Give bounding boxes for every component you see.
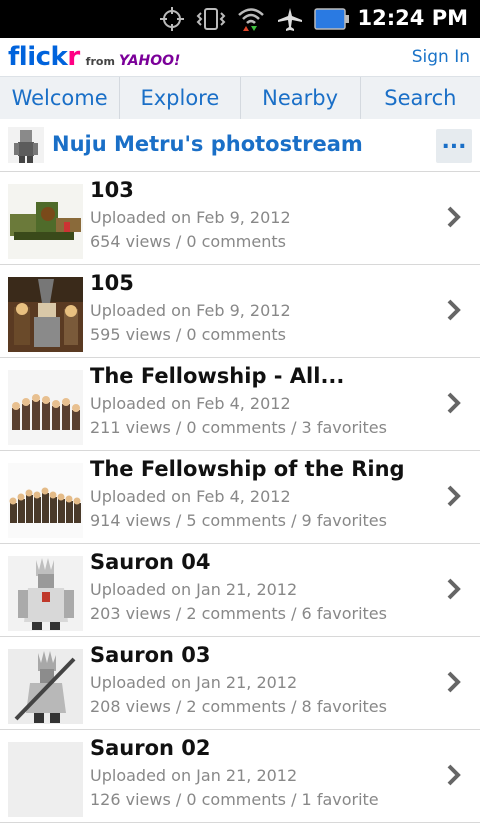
chevron-right-icon: [447, 671, 461, 693]
photo-upload-date: Uploaded on Feb 9, 2012: [90, 208, 291, 227]
gps-icon: [160, 7, 184, 31]
photo-upload-date: Uploaded on Feb 4, 2012: [90, 487, 291, 506]
photo-thumbnail: [8, 463, 83, 538]
avatar[interactable]: [8, 127, 44, 163]
photo-stats: 595 views / 0 comments: [90, 325, 286, 344]
chevron-right-icon: [447, 206, 461, 228]
list-item[interactable]: Sauron 02 Uploaded on Jan 21, 2012 126 v…: [0, 730, 480, 823]
chevron-right-icon: [447, 392, 461, 414]
photo-title: Sauron 02: [90, 736, 211, 760]
wifi-icon: [238, 8, 264, 31]
photo-thumbnail: [8, 556, 83, 631]
photo-thumbnail: [8, 277, 83, 352]
tab-nearby[interactable]: Nearby: [241, 77, 361, 119]
photo-thumbnail: [8, 184, 83, 259]
sign-in-link[interactable]: Sign In: [412, 47, 470, 67]
status-time: 12:24 PM: [357, 6, 468, 30]
logo-from: from: [85, 55, 115, 68]
photo-upload-date: Uploaded on Jan 21, 2012: [90, 766, 298, 785]
list-item[interactable]: 105 Uploaded on Feb 9, 2012 595 views / …: [0, 265, 480, 358]
airplane-icon: [278, 8, 302, 31]
photo-stats: 211 views / 0 comments / 3 favorites: [90, 418, 387, 437]
chevron-right-icon: [447, 578, 461, 600]
photo-thumbnail: [8, 742, 83, 817]
photo-stats: 914 views / 5 comments / 9 favorites: [90, 511, 387, 530]
photo-title: The Fellowship - All...: [90, 364, 345, 388]
list-item[interactable]: Sauron 04 Uploaded on Jan 21, 2012 203 v…: [0, 544, 480, 637]
photo-stats: 654 views / 0 comments: [90, 232, 286, 251]
photo-stats: 208 views / 2 comments / 8 favorites: [90, 697, 387, 716]
photo-title: 105: [90, 271, 134, 295]
logo-flickr-wordmark: flickr: [8, 42, 80, 72]
photo-title: The Fellowship of the Ring: [90, 457, 405, 481]
chevron-right-icon: [447, 485, 461, 507]
vibrate-icon: [196, 8, 226, 30]
tab-welcome[interactable]: Welcome: [0, 77, 121, 119]
photo-stats: 203 views / 2 comments / 6 favorites: [90, 604, 387, 623]
status-icons: [158, 5, 350, 33]
battery-icon: [314, 8, 349, 30]
photo-title: Sauron 03: [90, 643, 211, 667]
photo-thumbnail: [8, 649, 83, 724]
flickr-logo[interactable]: flickr from YAHOO!: [8, 42, 180, 72]
logo-yahoo: YAHOO!: [118, 53, 181, 69]
photo-upload-date: Uploaded on Jan 21, 2012: [90, 580, 298, 599]
list-item[interactable]: Sauron 03 Uploaded on Jan 21, 2012 208 v…: [0, 637, 480, 730]
more-options-button[interactable]: ...: [436, 129, 472, 163]
photo-upload-date: Uploaded on Feb 4, 2012: [90, 394, 291, 413]
photo-title: Sauron 04: [90, 550, 211, 574]
main-nav: Welcome Explore Nearby Search: [0, 76, 480, 120]
list-item[interactable]: The Fellowship - All... Uploaded on Feb …: [0, 358, 480, 451]
photostream-title[interactable]: Nuju Metru's photostream: [52, 132, 363, 156]
photostream-header: Nuju Metru's photostream ...: [0, 119, 480, 172]
chevron-right-icon: [447, 299, 461, 321]
photo-title: 103: [90, 178, 134, 202]
photo-thumbnail: [8, 370, 83, 445]
photo-upload-date: Uploaded on Jan 21, 2012: [90, 673, 298, 692]
tab-explore[interactable]: Explore: [120, 77, 241, 119]
chevron-right-icon: [447, 764, 461, 786]
app-header: flickr from YAHOO! Sign In: [0, 38, 480, 76]
status-bar: 12:24 PM: [0, 0, 480, 38]
list-item[interactable]: The Fellowship of the Ring Uploaded on F…: [0, 451, 480, 544]
photo-upload-date: Uploaded on Feb 9, 2012: [90, 301, 291, 320]
photo-list: 103 Uploaded on Feb 9, 2012 654 views / …: [0, 172, 480, 823]
list-item[interactable]: 103 Uploaded on Feb 9, 2012 654 views / …: [0, 172, 480, 265]
tab-search[interactable]: Search: [361, 77, 480, 119]
